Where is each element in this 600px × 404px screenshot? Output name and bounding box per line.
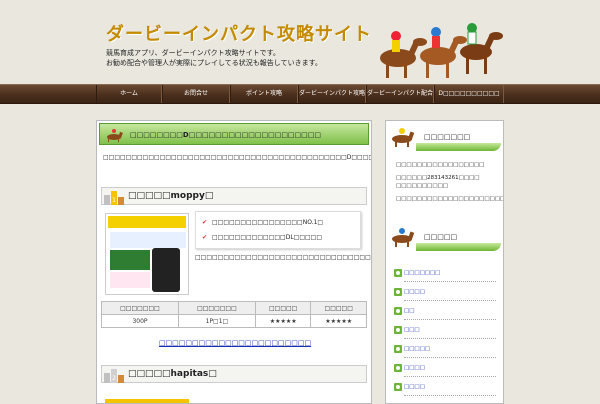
horseshoe-icon <box>394 364 402 372</box>
svg-text:1: 1 <box>112 197 116 204</box>
nav-item-derby-other[interactable]: D□□□□□□□□□□ <box>434 85 504 103</box>
point-line-2: ✔ □□□□□□□□□□□□□DL□□□□□ <box>202 234 322 241</box>
rank-1-medal-icon: 1 <box>104 191 124 205</box>
thumbnail-phone <box>152 248 180 292</box>
sidebar-link-label: □□ <box>404 308 415 314</box>
sidebar-section-categories-title: □□□□□ <box>424 233 458 241</box>
horseshoe-icon <box>394 288 402 296</box>
horseshoe-icon <box>394 345 402 353</box>
sidebar-link-4[interactable]: □□□ <box>394 324 496 339</box>
horse-rider-icon <box>392 128 415 147</box>
rank-2-heading: 2 □□□□□hapitas□ <box>101 365 367 383</box>
sidebar-link-label: □□□□ <box>404 384 425 390</box>
main-nav: ホーム お問合せ ポイント攻略 ダービーインパクト攻略 ダービーインパクト配合 … <box>0 84 600 104</box>
site-description-line-2: お勧め配合や管理人が実際にプレイしてる状況も報告していきます。 <box>106 59 322 67</box>
horse-rider-icon <box>392 228 415 247</box>
horseshoe-icon <box>394 269 402 277</box>
nav-item-derby-guide[interactable]: ダービーインパクト攻略 <box>298 85 366 103</box>
horseshoe-icon <box>394 383 402 391</box>
sidebar-link-label: □□□□□□□ <box>404 270 441 276</box>
site-title[interactable]: ダービーインパクト攻略サイト <box>106 20 372 46</box>
sidebar-link-2[interactable]: □□□□ <box>394 286 496 301</box>
nav-item-derby-breeding[interactable]: ダービーインパクト配合 <box>366 85 434 103</box>
profile-text-1: □□□□□□□□□□□□□□□□□ <box>396 162 485 168</box>
moppy-points-box: ✔ □□□□□□□□□□□□□□□□NO.1□ ✔ □□□□□□□□□□□□□DL□… <box>195 211 361 249</box>
point-line-1: ✔ □□□□□□□□□□□□□□□□NO.1□ <box>202 219 323 226</box>
site-description-line-1: 競馬育成アプリ、ダービーインパクト攻略サイトです。 <box>106 49 280 57</box>
rank-2-medal-icon: 2 <box>104 369 124 383</box>
moppy-description: □□□□□□□□□□□□□□□□□□□□□□□□□□□□□□□□□□□□□□□□… <box>195 254 372 261</box>
table-cell: 300P <box>101 314 179 328</box>
moppy-detail-link[interactable]: □□□□□□□□□□□□□□□□□□□□□□□ <box>97 339 371 347</box>
sidebar: □□□□□□□ □□□□□□□□□□□□□□□□□ □□□□□□28314326… <box>385 120 504 404</box>
horse-rider-icon <box>107 129 123 142</box>
table-header: □□□□□ <box>254 301 312 315</box>
sidebar-section-profile-title: □□□□□□□ <box>424 133 471 141</box>
rank-1-heading: 1 □□□□□moppy□ <box>101 187 367 205</box>
nav-item-home[interactable]: ホーム <box>96 85 162 103</box>
svg-text:2: 2 <box>112 375 116 382</box>
sidebar-link-3[interactable]: □□ <box>394 305 496 320</box>
sidebar-link-label: □□□□ <box>404 289 425 295</box>
table-cell: ★★★★★ <box>254 314 312 328</box>
nav-item-contact[interactable]: お問合せ <box>162 85 230 103</box>
main-content: □□□□□□□□D□□□□□□□□□□□□□□□□□□□□ □□□□□□□□□□… <box>96 120 372 404</box>
sidebar-section-categories-heading: □□□□□ <box>388 225 501 251</box>
sidebar-link-5[interactable]: □□□□□ <box>394 343 496 358</box>
main-heading-box: □□□□□□□□D□□□□□□□□□□□□□□□□□□□□ <box>99 123 369 145</box>
thumbnail-panel-3 <box>110 272 150 288</box>
rank-2-title[interactable]: □□□□□hapitas□ <box>128 369 217 379</box>
sidebar-heading-bar <box>416 143 501 151</box>
rank-1-title[interactable]: □□□□□moppy□ <box>128 191 213 201</box>
sidebar-link-label: □□□□□ <box>404 346 430 352</box>
table-header: □□□□□□□ <box>101 301 179 315</box>
main-heading: □□□□□□□□D□□□□□□□□□□□□□□□□□□□□ <box>130 131 321 139</box>
check-icon: ✔ <box>202 234 208 241</box>
sidebar-link-7[interactable]: □□□□ <box>394 381 496 396</box>
horseshoe-icon <box>394 307 402 315</box>
thumbnail-panel-1 <box>110 232 186 248</box>
point-line-2-text: □□□□□□□□□□□□□DL□□□□□ <box>212 234 323 241</box>
table-cell: ★★★★★ <box>310 314 367 328</box>
horseshoe-icon <box>394 326 402 334</box>
check-icon: ✔ <box>202 219 208 226</box>
nav-item-point-guide[interactable]: ポイント攻略 <box>230 85 298 103</box>
profile-text-4: □□□□□□□□□□□□□□□□□□□□□□□□□□□□□□□□□□□ <box>396 196 504 202</box>
profile-text-2: □□□□□□283143261□□□□ <box>396 175 480 181</box>
site-description: 競馬育成アプリ、ダービーインパクト攻略サイトです。 お勧め配合や管理人が実際にプ… <box>106 48 322 68</box>
profile-text-3: □□□□□□□□□□ <box>396 183 448 189</box>
sidebar-link-6[interactable]: □□□□ <box>394 362 496 377</box>
sidebar-heading-bar <box>416 243 501 251</box>
racing-horses-illustration <box>380 23 503 78</box>
site-header: ダービーインパクト攻略サイト 競馬育成アプリ、ダービーインパクト攻略サイトです。… <box>0 0 600 84</box>
sidebar-section-profile-heading: □□□□□□□ <box>388 125 501 151</box>
moppy-thumbnail[interactable] <box>105 213 189 295</box>
sidebar-link-label: □□□ <box>404 327 420 333</box>
table-cell: 1P□1□ <box>177 314 256 328</box>
sidebar-link-label: □□□□ <box>404 365 425 371</box>
intro-text: □□□□□□□□□□□□□□□□□□□□□□□□□□□□□□□□□□□□□□□□… <box>103 154 371 161</box>
sidebar-link-1[interactable]: □□□□□□□ <box>394 267 496 282</box>
moppy-info-table: □□□□□□□ □□□□□□□ □□□□□ □□□□□ 300P 1P□1□ ★… <box>101 301 367 328</box>
thumbnail-banner <box>108 216 186 228</box>
table-header: □□□□□□□ <box>177 301 256 315</box>
thumbnail-panel-2 <box>110 250 150 270</box>
point-line-1-text: □□□□□□□□□□□□□□□□NO.1□ <box>212 219 324 226</box>
table-header: □□□□□ <box>310 301 367 315</box>
